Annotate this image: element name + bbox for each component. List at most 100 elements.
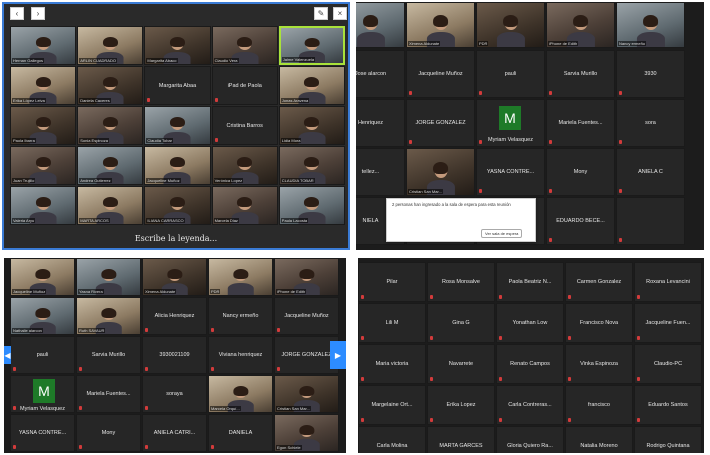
participant-name-tile[interactable]: francisco <box>565 385 633 425</box>
participant-video-tile[interactable]: Erika López Leiva <box>10 66 77 105</box>
participant-name-tile[interactable]: Nancy ermeño <box>208 297 273 335</box>
participant-video-tile[interactable]: Jonas Aravena <box>278 66 345 105</box>
participant-name-tile[interactable]: YASNA CONTRE... <box>10 414 75 452</box>
participant-name-tile[interactable]: Erika Lopez <box>427 385 495 425</box>
participant-name-tile[interactable]: Maria victoria <box>358 344 426 384</box>
participant-name-tile[interactable]: Renato Campos <box>496 344 564 384</box>
participant-name-tile[interactable]: soraya <box>142 375 207 413</box>
participant-name-tile[interactable]: iPad de Paola <box>211 66 278 105</box>
participant-name-tile[interactable]: Gloria Quiero Ra... <box>496 426 564 453</box>
participant-video-tile[interactable]: Juan Trujillo <box>10 146 77 185</box>
participant-video-tile[interactable]: Sonia Espinoza <box>77 106 144 145</box>
participant-name-tile[interactable]: Vinka Espinoza <box>565 344 633 384</box>
participant-video-tile[interactable]: Hernan Gallegos <box>10 26 77 65</box>
participant-name-tile[interactable]: Rodrigo Quintana <box>634 426 702 453</box>
participant-video-tile[interactable]: ARLIN CUADRADO <box>77 26 144 65</box>
participant-name-tile[interactable]: 3930021109 <box>142 336 207 374</box>
participant-name-tile[interactable]: pauli <box>476 50 545 98</box>
participant-video-tile[interactable]: Cristian San Mar... <box>406 148 475 196</box>
participant-video-tile[interactable]: Cristian San Mar... <box>274 375 339 413</box>
participant-name-tile[interactable]: Pilar <box>358 262 426 302</box>
participant-video-tile[interactable]: MARTA ARCOS <box>77 186 144 225</box>
participant-name-tile[interactable]: Mony <box>76 414 141 452</box>
participant-name-tile[interactable]: Gina G <box>427 303 495 343</box>
participant-name-tile[interactable]: Jacqueline Muñoz <box>274 297 339 335</box>
participant-name-tile[interactable]: Natalia Moreno <box>565 426 633 453</box>
participant-video-tile[interactable]: Egon Schiele <box>274 414 339 452</box>
participant-name-tile[interactable]: Navarrete <box>427 344 495 384</box>
participant-video-tile[interactable]: Ximena Aldunate <box>142 258 207 296</box>
participant-video-tile[interactable]: Marcela Diaz <box>211 186 278 225</box>
participant-video-tile[interactable]: Paula Lacosta <box>278 186 345 225</box>
participant-name-tile[interactable]: Sarvia Murillo <box>76 336 141 374</box>
participant-video-tile[interactable]: iPhone de Edith <box>546 2 615 48</box>
participant-video-tile[interactable]: PDR <box>208 258 273 296</box>
participant-name-tile[interactable]: Myriam Velasquez M <box>10 375 75 413</box>
participant-name-tile[interactable]: Sarvia Murillo <box>546 50 615 98</box>
participant-name-tile[interactable]: Yonathan Low <box>496 303 564 343</box>
participant-name-tile[interactable]: Mariela Fuentes... <box>76 375 141 413</box>
participant-name-tile[interactable]: Carmen Gonzalez <box>565 262 633 302</box>
participant-video-tile[interactable]: Daniela Caceres <box>77 66 144 105</box>
participant-video-tile[interactable]: Ruth SAVAUR <box>76 297 141 335</box>
participant-video-tile[interactable]: Verónica Lopez <box>211 146 278 185</box>
participant-video-tile[interactable]: Ximena Aldunate <box>406 2 475 48</box>
participant-name-tile[interactable]: Myriam Velasquez M <box>476 99 545 147</box>
participant-name-tile[interactable]: Carla Contreras... <box>496 385 564 425</box>
participant-video-tile[interactable]: Nancy ermeño <box>616 2 685 48</box>
participant-name-tile[interactable]: Eduardo Santos <box>634 385 702 425</box>
participant-name-tile[interactable]: Mony <box>546 148 615 196</box>
participant-name-tile[interactable]: Jacqueline Fuen... <box>634 303 702 343</box>
participant-video-tile[interactable]: Claudio Vera <box>211 26 278 65</box>
participant-video-tile[interactable]: iPhone de Edith <box>274 258 339 296</box>
participant-name-tile[interactable]: Jose alarcon <box>356 50 405 98</box>
participant-name-tile[interactable]: Paola Beatriz N... <box>496 262 564 302</box>
participant-name-tile[interactable]: tellez... <box>356 148 405 196</box>
participant-video-tile[interactable]: Margarita Abaco <box>144 26 211 65</box>
back-button[interactable]: ‹ <box>10 7 24 20</box>
participant-video-tile[interactable]: Jacqueline Muñoz <box>144 146 211 185</box>
participant-name-tile[interactable]: Jacqueline Muñoz <box>406 50 475 98</box>
participant-video-tile[interactable]: Marcela Orquí... <box>208 375 273 413</box>
participant-video-tile[interactable] <box>356 2 405 48</box>
participant-name-tile[interactable]: Viviana henriquez <box>208 336 273 374</box>
participant-name-tile[interactable] <box>616 197 685 245</box>
next-page-arrow[interactable]: ▶ <box>330 341 346 369</box>
participant-video-tile[interactable]: Jaime Valenzuela <box>278 26 345 65</box>
participant-name-tile[interactable]: Francisco Nova <box>565 303 633 343</box>
participant-video-tile[interactable]: CLAUDIA TOBAR <box>278 146 345 185</box>
participant-video-tile[interactable]: Jacqueline Muñoz <box>10 258 75 296</box>
participant-name-tile[interactable]: Roxana Levancini <box>634 262 702 302</box>
close-icon[interactable]: × <box>333 7 347 20</box>
participant-video-tile[interactable]: Lidia Mora <box>278 106 345 145</box>
participant-name-tile[interactable]: MARTA GARCES <box>427 426 495 453</box>
participant-video-tile[interactable]: Nathalie alarcon <box>10 297 75 335</box>
participant-video-tile[interactable]: PDR <box>476 2 545 48</box>
participant-name-tile[interactable]: Cristina Barros <box>211 106 278 145</box>
participant-name-tile[interactable]: ANIELA C <box>616 148 685 196</box>
participant-name-tile[interactable]: YASNA CONTRE... <box>476 148 545 196</box>
participant-name-tile[interactable]: Rosa Monsalve <box>427 262 495 302</box>
participant-name-tile[interactable]: Alicia Henriquez <box>142 297 207 335</box>
participant-video-tile[interactable]: Yasna Rivera <box>76 258 141 296</box>
forward-button[interactable]: › <box>31 7 45 20</box>
participant-name-tile[interactable]: Mariela Fuentes... <box>546 99 615 147</box>
participant-name-tile[interactable]: Margelaine Ort... <box>358 385 426 425</box>
previous-page-arrow[interactable]: ◀ <box>4 346 11 364</box>
participant-name-tile[interactable]: Lili M <box>358 303 426 343</box>
participant-video-tile[interactable]: ILIANA CARRASCO <box>144 186 211 225</box>
participant-name-tile[interactable]: Margarita Abaa <box>144 66 211 105</box>
participant-video-tile[interactable]: Valeria Aryu <box>10 186 77 225</box>
view-waiting-room-button[interactable]: Ver sala de espera <box>481 229 523 238</box>
participant-name-tile[interactable]: ANIELA CATRI... <box>142 414 207 452</box>
participant-video-tile[interactable]: Claudia Tobar <box>144 106 211 145</box>
participant-name-tile[interactable]: JORGE GONZALEZ <box>406 99 475 147</box>
participant-name-tile[interactable]: pauli <box>10 336 75 374</box>
participant-name-tile[interactable]: DANIELA <box>208 414 273 452</box>
participant-name-tile[interactable]: sora <box>616 99 685 147</box>
participant-name-tile[interactable]: EDUARDO BECE... <box>546 197 615 245</box>
participant-name-tile[interactable]: 3930 <box>616 50 685 98</box>
participant-name-tile[interactable]: Henriquez <box>356 99 405 147</box>
participant-name-tile[interactable]: Carla Molina <box>358 426 426 453</box>
participant-name-tile[interactable]: Claudio-PC <box>634 344 702 384</box>
